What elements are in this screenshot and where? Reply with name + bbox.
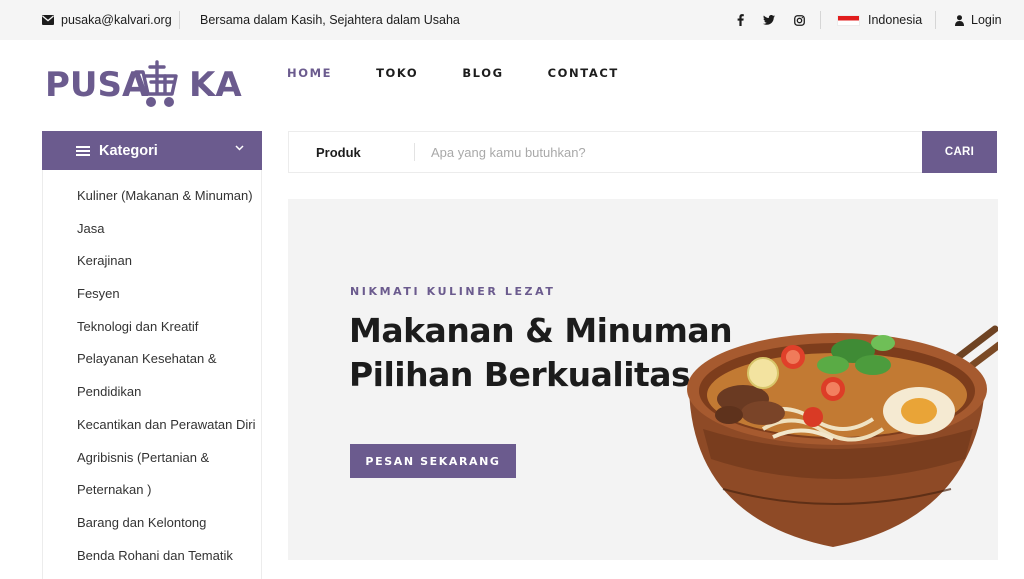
user-icon: [955, 14, 964, 26]
hero-title-line1: Makanan & Minuman: [349, 311, 733, 350]
category-toggle[interactable]: Kategori: [42, 131, 262, 170]
logo-text-left: PUSA: [45, 65, 149, 105]
twitter-icon: [763, 15, 775, 25]
category-item-jasa[interactable]: Jasa: [77, 221, 104, 236]
divider: [935, 11, 936, 29]
search-bar: Produk CARI: [288, 131, 997, 173]
category-item-agribisnis[interactable]: Agribisnis (Pertanian &: [77, 450, 209, 465]
logo-text-right: KA: [189, 65, 242, 105]
hero-title-line2: Pilihan Berkualitas: [349, 355, 691, 394]
nav-contact[interactable]: CONTACT: [548, 64, 619, 82]
language-selector[interactable]: Indonesia: [837, 0, 922, 40]
category-item-kuliner[interactable]: Kuliner (Makanan & Minuman): [77, 188, 253, 203]
search-input[interactable]: [431, 137, 911, 167]
divider: [820, 11, 821, 29]
tagline: Bersama dalam Kasih, Sejahtera dalam Usa…: [200, 13, 460, 27]
nav-toko[interactable]: TOKO: [376, 64, 418, 82]
login-label: Login: [971, 13, 1002, 27]
divider: [179, 11, 180, 29]
category-item-fesyen[interactable]: Fesyen: [77, 286, 120, 301]
top-bar: pusaka@kalvari.org Bersama dalam Kasih, …: [0, 0, 1024, 40]
nav-blog[interactable]: BLOG: [462, 64, 503, 82]
instagram-link[interactable]: [794, 0, 805, 40]
category-list: Kuliner (Makanan & Minuman) Jasa Kerajin…: [42, 170, 262, 579]
product-category-select[interactable]: Produk: [316, 132, 361, 172]
menu-icon: [76, 145, 90, 156]
nav-home[interactable]: HOME: [287, 64, 332, 82]
main-nav: HOME TOKO BLOG CONTACT: [287, 64, 663, 82]
category-item-kesehatan[interactable]: Pelayanan Kesehatan &: [77, 351, 217, 366]
category-item-teknologi[interactable]: Teknologi dan Kreatif: [77, 319, 198, 334]
site-logo[interactable]: PUSA KA: [45, 60, 260, 110]
divider: [414, 143, 415, 161]
category-item-agribisnis-cont[interactable]: Peternakan ): [77, 482, 151, 497]
envelope-icon: [42, 15, 54, 25]
category-item-rohani[interactable]: Benda Rohani dan Tematik: [77, 548, 233, 563]
instagram-icon: [794, 14, 805, 26]
twitter-link[interactable]: [763, 0, 775, 40]
category-item-kelontong[interactable]: Barang dan Kelontong: [77, 515, 206, 530]
login-link[interactable]: Login: [955, 0, 1002, 40]
facebook-link[interactable]: [737, 0, 744, 40]
chevron-down-icon: [235, 145, 244, 151]
language-label: Indonesia: [868, 13, 923, 27]
order-now-button[interactable]: PESAN SEKARANG: [350, 444, 516, 478]
indonesia-flag-icon: [837, 14, 860, 26]
hero-banner: NIKMATI KULINER LEZAT Makanan & Minuman …: [288, 199, 998, 560]
category-item-kecantikan[interactable]: Kecantikan dan Perawatan Diri: [77, 417, 256, 432]
email-text: pusaka@kalvari.org: [61, 13, 172, 27]
category-title: Kategori: [99, 142, 158, 159]
category-item-kesehatan-cont[interactable]: Pendidikan: [77, 384, 141, 399]
category-item-kerajinan[interactable]: Kerajinan: [77, 253, 132, 268]
noodle-bowl-image: [687, 325, 998, 547]
facebook-icon: [737, 14, 744, 26]
search-button[interactable]: CARI: [922, 131, 997, 173]
hero-eyebrow: NIKMATI KULINER LEZAT: [350, 285, 556, 298]
email-link[interactable]: pusaka@kalvari.org: [42, 0, 172, 40]
